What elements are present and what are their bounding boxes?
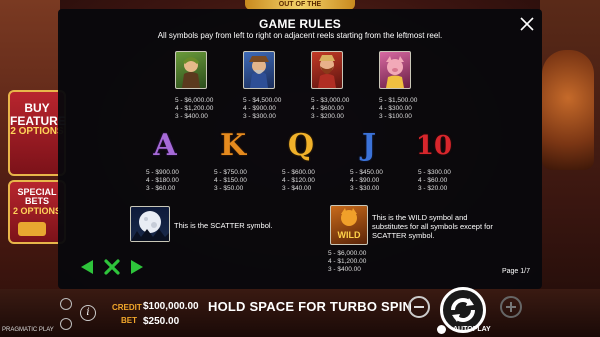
number-10-symbol-icon: 10 [415,131,453,161]
pig-lady-paytable: 5 - $1,500.00 4 - $300.00 3 - $100.00 [379,97,418,120]
wild-description: This is the WILD symbol and substitutes … [372,213,493,240]
autoplay-label[interactable]: AUTOPLAY [453,326,491,333]
moon-scatter-symbol-icon [130,206,170,242]
bet-label: BET [121,316,137,325]
letter-k-symbol-icon: K [219,128,247,163]
special-bets-toggle[interactable] [18,222,46,236]
bearded-man-paytable: 5 - $3,000.00 4 - $600.00 3 - $200.00 [311,97,350,120]
previous-page-arrow-icon[interactable] [80,259,94,275]
close-rules-x-icon[interactable] [104,259,120,275]
bet-value: $250.00 [143,316,180,327]
game-rules-modal: GAME RULES All symbols pay from left to … [58,9,542,289]
decrease-bet-button[interactable] [408,296,430,318]
scatter-description: This is the SCATTER symbol. [174,221,273,230]
wild-paytable: 5 - $6,000.00 4 - $1,200.00 3 - $400.00 [328,250,367,273]
owl-totem-decoration [542,50,594,170]
letter-a-paytable: 5 - $900.00 4 - $180.00 3 - $60.00 [146,169,179,192]
letter-q-paytable: 5 - $600.00 4 - $120.00 3 - $40.00 [282,169,315,192]
modal-subtitle: All symbols pay from left to right on ad… [157,31,443,40]
number-10-paytable: 5 - $300.00 4 - $60.00 3 - $20.00 [418,169,451,192]
letter-a-symbol-icon: A [153,128,177,163]
bearded-man-symbol-icon [311,51,343,89]
minus-icon [414,306,424,308]
autoplay-toggle-icon[interactable] [437,325,446,334]
letter-q-symbol-icon: Q [287,128,315,163]
pig-lady-symbol-icon [379,51,411,89]
modal-title: GAME RULES [258,17,341,31]
spin-arrows-icon [451,298,475,322]
menu-minus-icon[interactable] [60,298,72,310]
next-page-arrow-icon[interactable] [130,259,144,275]
buy-feature-options: 2 OPTIONS [10,126,64,138]
page-indicator: Page 1/7 [501,268,530,275]
hunter-woman-symbol-icon [175,51,207,89]
brand-logo-text: PRAGMATIC PLAY [2,327,54,333]
credit-label: CREDIT [112,303,142,312]
blue-ranger-paytable: 5 - $4,500.00 4 - $900.00 3 - $300.00 [243,97,282,120]
plus-icon [506,302,516,312]
info-icon[interactable]: i [80,305,96,321]
blue-ranger-symbol-icon [243,51,275,89]
buy-feature-line1: BUY [24,101,50,115]
wild-label: WILD [337,230,361,240]
wild-symbol-icon: WILD [330,205,368,245]
increase-bet-button[interactable] [500,296,522,318]
credit-value: $100,000.00 [143,301,199,312]
hunter-woman-paytable: 5 - $6,000.00 4 - $1,200.00 3 - $400.00 [175,97,214,120]
letter-k-paytable: 5 - $750.00 4 - $150.00 3 - $50.00 [214,169,247,192]
letter-j-paytable: 5 - $450.00 4 - $90.00 3 - $30.00 [350,169,383,192]
turbo-spin-message: HOLD SPACE FOR TURBO SPIN [208,299,413,314]
sound-icon[interactable] [60,318,72,330]
letter-j-symbol-icon: J [361,128,377,163]
special-bets-options: 2 OPTIONS [12,205,61,216]
close-icon[interactable] [520,17,534,31]
